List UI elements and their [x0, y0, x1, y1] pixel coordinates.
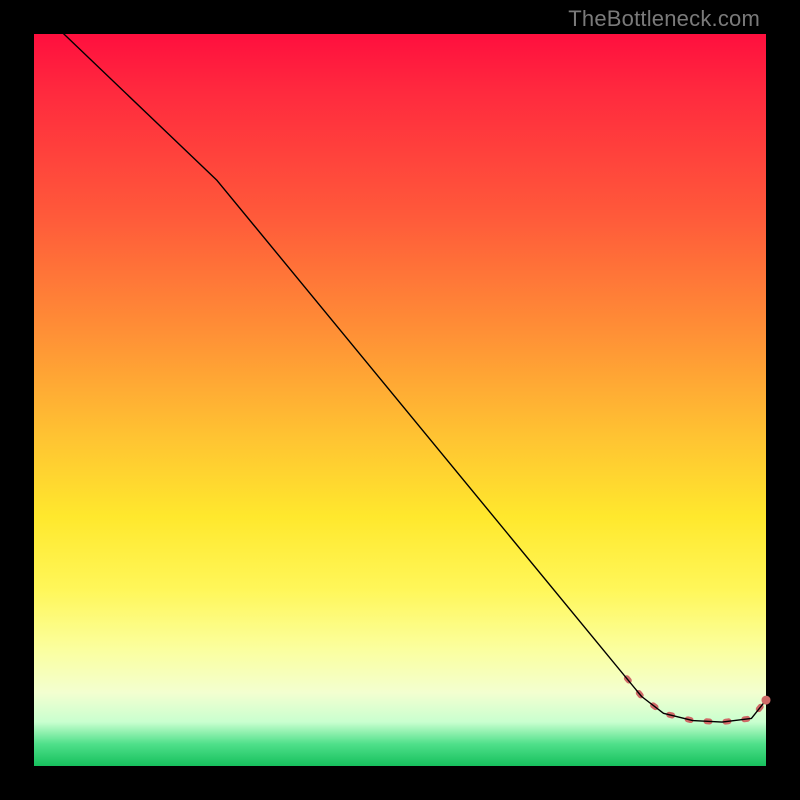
chart-main-curve	[49, 19, 766, 722]
watermark-text: TheBottleneck.com	[568, 6, 760, 32]
chart-end-marker	[762, 696, 771, 705]
chart-overlay	[34, 34, 766, 766]
chart-frame: TheBottleneck.com	[0, 0, 800, 800]
chart-dotted-segment	[627, 678, 766, 722]
